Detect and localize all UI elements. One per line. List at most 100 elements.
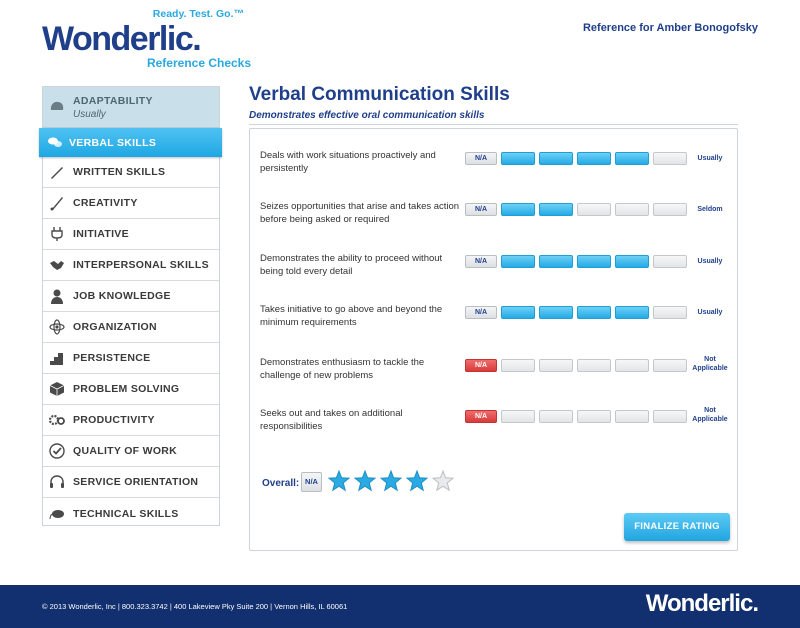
na-button[interactable]: N/A bbox=[465, 410, 497, 423]
rating-segment[interactable] bbox=[539, 255, 573, 268]
rating-segment[interactable] bbox=[615, 203, 649, 216]
sidebar-item-label: PRODUCTIVITY bbox=[73, 414, 155, 426]
sidebar-item-label: INTERPERSONAL SKILLS bbox=[73, 259, 209, 271]
question-row: Takes initiative to go above and beyond … bbox=[250, 293, 737, 333]
rating-segment[interactable] bbox=[653, 255, 687, 268]
sidebar-item-label: CREATIVITY bbox=[73, 197, 138, 209]
rating-label: Seldom bbox=[697, 206, 723, 213]
pen-icon bbox=[51, 167, 63, 179]
question-row: Demonstrates the ability to proceed with… bbox=[250, 242, 737, 282]
sidebar-item-label: WRITTEN SKILLS bbox=[73, 166, 166, 178]
finalize-rating-button[interactable]: FINALIZE RATING bbox=[624, 513, 730, 541]
sidebar-item-problem-solving[interactable]: PROBLEM SOLVING bbox=[43, 374, 219, 405]
rating-segment[interactable] bbox=[615, 410, 649, 423]
na-button[interactable]: N/A bbox=[465, 152, 497, 165]
plug-icon bbox=[51, 227, 63, 241]
rating-segment[interactable] bbox=[539, 306, 573, 319]
sidebar-item-verbal-skills[interactable]: VERBAL SKILLS bbox=[39, 128, 222, 157]
footer-logo: Wonderlic. bbox=[645, 590, 759, 617]
sidebar-item-service-orientation[interactable]: SERVICE ORIENTATION bbox=[43, 467, 219, 498]
sidebar-item-creativity[interactable]: CREATIVITY bbox=[43, 188, 219, 219]
rating-segment[interactable] bbox=[653, 203, 687, 216]
rating-segment[interactable] bbox=[539, 359, 573, 372]
cube-icon bbox=[49, 382, 65, 396]
rating-segment[interactable] bbox=[577, 306, 611, 319]
star-icon[interactable] bbox=[432, 470, 454, 492]
rating-segment[interactable] bbox=[539, 152, 573, 165]
category-sidebar: ADAPTABILITY Usually VERBAL SKILLS WRITT… bbox=[39, 86, 222, 529]
sidebar-item-initiative[interactable]: INITIATIVE bbox=[43, 219, 219, 250]
question-row: Seizes opportunities that arise and take… bbox=[250, 190, 737, 230]
mouse-icon bbox=[49, 510, 64, 520]
sidebar-item-label: QUALITY OF WORK bbox=[73, 445, 178, 457]
rating-segment[interactable] bbox=[653, 306, 687, 319]
rating-segment[interactable] bbox=[577, 410, 611, 423]
rating-panel: Deals with work situations proactively a… bbox=[249, 128, 738, 551]
wonderlic-logo[interactable]: Ready. Test. Go.™ Wonderlic. Reference C… bbox=[42, 8, 251, 72]
sidebar-item-persistence[interactable]: PERSISTENCE bbox=[43, 343, 219, 374]
brush-icon bbox=[50, 197, 63, 211]
star-icon[interactable] bbox=[354, 470, 376, 492]
sidebar-item-technical-skills[interactable]: TECHNICAL SKILLS bbox=[43, 498, 219, 529]
sidebar-item-label: PROBLEM SOLVING bbox=[73, 383, 180, 395]
rating-segment[interactable] bbox=[501, 359, 535, 372]
rating-segment[interactable] bbox=[615, 255, 649, 268]
rating-segment[interactable] bbox=[501, 306, 535, 319]
rating-segment[interactable] bbox=[539, 410, 573, 423]
gears-icon bbox=[49, 414, 65, 426]
rating-segment[interactable] bbox=[539, 203, 573, 216]
na-button[interactable]: N/A bbox=[465, 359, 497, 372]
overall-label: Overall: bbox=[262, 478, 300, 489]
rating-segment[interactable] bbox=[615, 152, 649, 165]
rating-label: Not Applicable bbox=[692, 407, 728, 423]
rating-segment[interactable] bbox=[501, 203, 535, 216]
sidebar-item-adaptability[interactable]: ADAPTABILITY Usually bbox=[43, 87, 219, 128]
sidebar-item-rating: Usually bbox=[73, 108, 106, 120]
rating-segment[interactable] bbox=[653, 410, 687, 423]
star-icon[interactable] bbox=[380, 470, 402, 492]
sidebar-item-organization[interactable]: ORGANIZATION bbox=[43, 312, 219, 343]
rating-segment[interactable] bbox=[501, 255, 535, 268]
brain-icon bbox=[50, 101, 64, 110]
sidebar-item-written-skills[interactable]: WRITTEN SKILLS bbox=[43, 157, 219, 188]
header: Ready. Test. Go.™ Wonderlic. Reference C… bbox=[0, 0, 800, 78]
atom-icon bbox=[49, 319, 65, 335]
na-button[interactable]: N/A bbox=[465, 306, 497, 319]
sidebar-item-label: ADAPTABILITY bbox=[73, 94, 153, 107]
sidebar-item-label: PERSISTENCE bbox=[73, 352, 151, 364]
rating-label: Usually bbox=[697, 309, 723, 316]
question-text: Demonstrates the ability to proceed with… bbox=[260, 253, 443, 277]
star-icon[interactable] bbox=[406, 470, 428, 492]
rating-segment[interactable] bbox=[615, 306, 649, 319]
na-button[interactable]: N/A bbox=[465, 255, 497, 268]
sidebar-item-quality-of-work[interactable]: QUALITY OF WORK bbox=[43, 436, 219, 467]
question-text: Takes initiative to go above and beyond … bbox=[260, 304, 443, 328]
question-text: Demonstrates enthusiasm to tackle the ch… bbox=[260, 357, 425, 381]
steps-icon bbox=[50, 353, 63, 365]
sidebar-item-interpersonal-skills[interactable]: INTERPERSONAL SKILLS bbox=[43, 250, 219, 281]
na-button[interactable]: N/A bbox=[465, 203, 497, 216]
sidebar-item-job-knowledge[interactable]: JOB KNOWLEDGE bbox=[43, 281, 219, 312]
tagline: Ready. Test. Go.™ bbox=[152, 8, 244, 20]
speech-bubbles-icon bbox=[48, 137, 62, 147]
rating-label: Not Applicable bbox=[692, 356, 728, 372]
overall-na-button[interactable]: N/A bbox=[301, 472, 322, 492]
rating-segment[interactable] bbox=[501, 410, 535, 423]
star-icon[interactable] bbox=[328, 470, 350, 492]
rating-segment[interactable] bbox=[577, 255, 611, 268]
rating-segment[interactable] bbox=[577, 203, 611, 216]
sidebar-item-label: ORGANIZATION bbox=[73, 321, 157, 333]
footer: © 2013 Wonderlic, Inc | 800.323.3742 | 4… bbox=[0, 585, 800, 628]
question-text: Deals with work situations proactively a… bbox=[260, 150, 436, 174]
sidebar-item-productivity[interactable]: PRODUCTIVITY bbox=[43, 405, 219, 436]
headset-icon bbox=[50, 475, 64, 488]
rating-segment[interactable] bbox=[615, 359, 649, 372]
rating-segment[interactable] bbox=[577, 359, 611, 372]
rating-segment[interactable] bbox=[653, 359, 687, 372]
rating-segment[interactable] bbox=[577, 152, 611, 165]
reference-for-label: Reference for Amber Bonogofsky bbox=[582, 22, 758, 34]
rating-segment[interactable] bbox=[501, 152, 535, 165]
sidebar-item-label: INITIATIVE bbox=[73, 228, 129, 240]
question-text: Seizes opportunities that arise and take… bbox=[260, 201, 460, 225]
rating-segment[interactable] bbox=[653, 152, 687, 165]
